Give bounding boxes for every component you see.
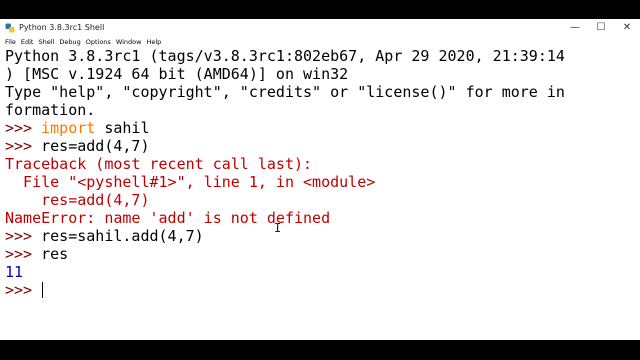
banner-line: ) [MSC v.1924 64 bit (AMD64)] on win32 [5, 65, 349, 83]
output-line: 11 [5, 263, 24, 281]
command-line: >>> res=add(4,7) [5, 137, 150, 155]
menu-help[interactable]: Help [144, 38, 164, 46]
python-icon [5, 23, 15, 32]
command-line: >>> import sahil [5, 119, 150, 137]
menu-shell[interactable]: Shell [36, 38, 57, 46]
command-line: >>> res=sahil.add(4,7) [5, 227, 204, 245]
banner-line: Type "help", "copyright", "credits" or "… [5, 83, 565, 101]
input-line[interactable]: >>> [5, 281, 44, 299]
command-text: sahil [95, 119, 150, 137]
command-text: res [41, 245, 69, 263]
banner-line: Python 3.8.3rc1 (tags/v3.8.3rc1:802eb67,… [5, 47, 565, 65]
menu-options[interactable]: Options [83, 38, 113, 46]
close-button[interactable]: ✕ [614, 19, 640, 36]
traceback-line: Traceback (most recent call last): [5, 155, 313, 173]
menu-edit[interactable]: Edit [18, 38, 36, 46]
window-controls: — ☐ ✕ [562, 19, 640, 36]
text-cursor [42, 282, 44, 298]
banner-line: formation. [5, 101, 96, 119]
ibeam-cursor-icon: I [274, 221, 282, 235]
prompt: >>> [5, 119, 42, 137]
prompt: >>> [5, 137, 42, 155]
import-keyword: import [41, 119, 96, 137]
command-text: res=add(4,7) [41, 137, 150, 155]
shell-text-area[interactable]: Python 3.8.3rc1 (tags/v3.8.3rc1:802eb67,… [0, 47, 640, 340]
traceback-line: File "<pyshell#1>", line 1, in <module> [5, 173, 376, 191]
menu-window[interactable]: Window [113, 38, 144, 46]
title-bar[interactable]: Python 3.8.3rc1 Shell — ☐ ✕ [0, 19, 640, 36]
minimize-button[interactable]: — [562, 19, 588, 36]
menu-file[interactable]: File [0, 38, 18, 46]
idle-shell-window: Python 3.8.3rc1 Shell — ☐ ✕ File Edit Sh… [0, 19, 640, 340]
prompt: >>> [5, 245, 42, 263]
menu-bar: File Edit Shell Debug Options Window Hel… [0, 36, 640, 47]
traceback-line: res=add(4,7) [5, 191, 150, 209]
command-text: res=sahil.add(4,7) [41, 227, 204, 245]
prompt: >>> [5, 281, 42, 299]
menu-debug[interactable]: Debug [57, 38, 83, 46]
prompt: >>> [5, 227, 42, 245]
maximize-button[interactable]: ☐ [588, 19, 614, 36]
error-message: NameError: name 'add' is not defined [5, 209, 331, 227]
command-line: >>> res [5, 245, 68, 263]
window-title: Python 3.8.3rc1 Shell [19, 23, 105, 32]
